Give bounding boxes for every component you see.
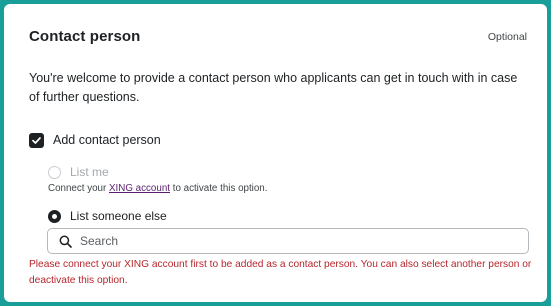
add-contact-person-label: Add contact person	[53, 133, 161, 147]
helper-text-before: Connect your	[48, 183, 109, 194]
contact-person-card: Contact person Optional You're welcome t…	[4, 4, 547, 302]
search-input[interactable]	[80, 234, 510, 248]
radio-list-me-label: List me	[70, 165, 109, 179]
section-title: Contact person	[29, 28, 141, 45]
contact-search-field[interactable]	[47, 228, 529, 254]
radio-list-someone-else[interactable]: List someone else	[48, 207, 167, 225]
optional-label: Optional	[487, 31, 527, 43]
add-contact-person-checkbox[interactable]: Add contact person	[29, 131, 161, 149]
radio-unselected-icon[interactable]	[48, 165, 61, 179]
checkmark-icon	[32, 136, 41, 144]
connect-xing-helper: Connect your XING account to activate th…	[48, 183, 267, 194]
intro-text: You're welcome to provide a contact pers…	[29, 71, 518, 104]
error-message: Please connect your XING account first t…	[29, 259, 532, 286]
helper-text-after: to activate this option.	[170, 183, 268, 194]
radio-selected-icon[interactable]	[48, 209, 61, 223]
section-header: Contact person Optional	[29, 28, 527, 50]
checkbox-checked-icon[interactable]	[29, 132, 44, 148]
search-icon	[59, 235, 72, 248]
radio-list-me[interactable]: List me	[48, 163, 109, 181]
xing-account-link[interactable]: XING account	[109, 183, 170, 194]
radio-list-someone-else-label: List someone else	[70, 209, 167, 223]
